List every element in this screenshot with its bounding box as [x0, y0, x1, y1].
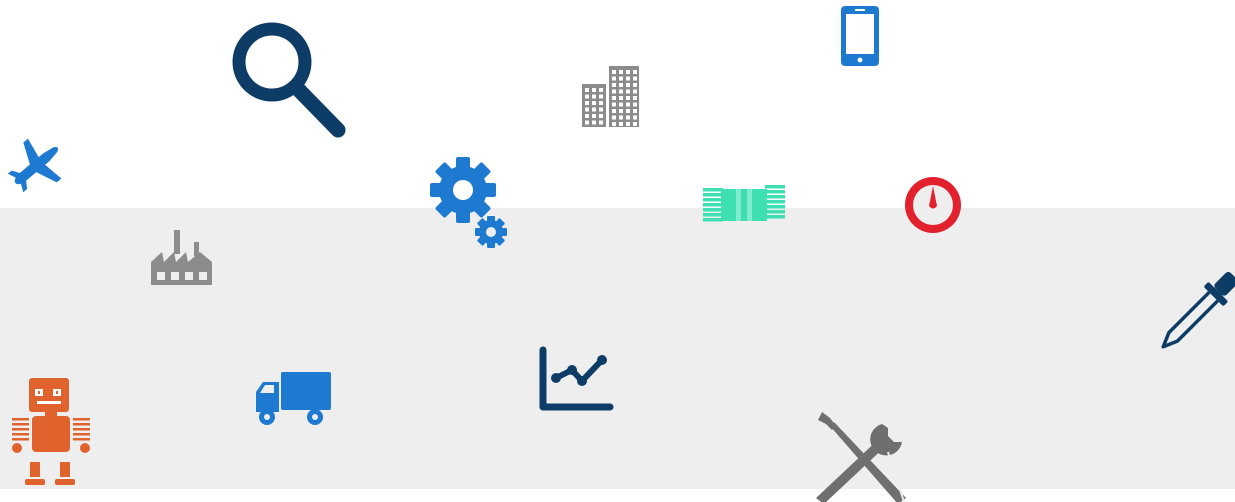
truck-icon	[255, 370, 333, 428]
robot-icon	[8, 378, 94, 488]
smartphone-icon	[840, 6, 880, 68]
pipette-icon	[1160, 270, 1235, 352]
buildings-icon	[582, 66, 640, 128]
money-icon	[703, 183, 785, 223]
magnifier-icon	[230, 20, 348, 140]
gears-icon	[430, 155, 510, 250]
factory-icon	[150, 228, 214, 286]
airplane-icon	[5, 135, 69, 195]
gauge-icon	[904, 176, 962, 234]
line-chart-icon	[538, 346, 614, 414]
